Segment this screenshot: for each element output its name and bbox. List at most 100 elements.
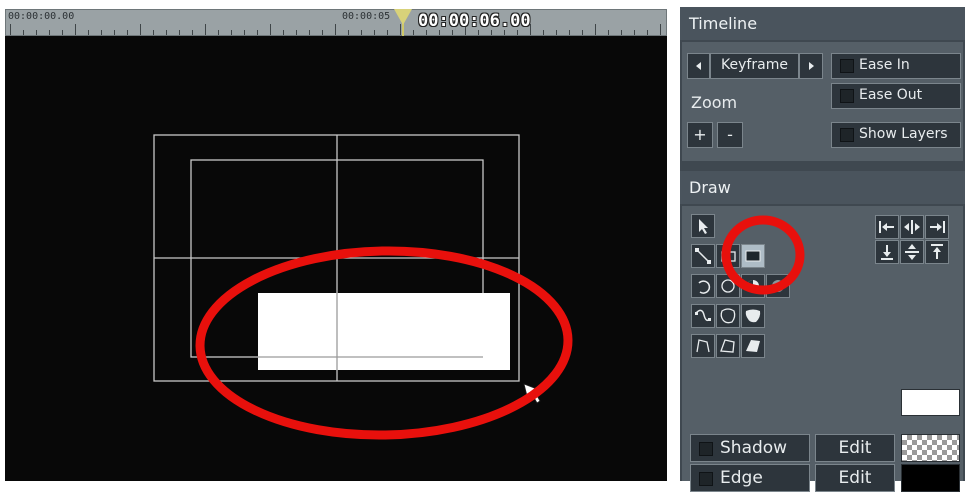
current-time-display: 00:00:06.00 (418, 11, 531, 31)
align-bottom-icon (881, 245, 893, 260)
next-keyframe-button[interactable] (799, 53, 823, 79)
curved-polygon-icon (720, 308, 736, 324)
arc-icon (698, 280, 711, 294)
triangle-right-icon (809, 62, 814, 70)
polyline-icon (696, 339, 710, 353)
keyframe-button[interactable]: Keyframe (710, 53, 799, 79)
triangle-left-icon (696, 62, 701, 70)
ruler-start-time: 00:00:00.00 (8, 11, 75, 22)
rectangle-outline-tool-button[interactable] (716, 244, 740, 268)
ruler-tick (309, 30, 310, 35)
rectangle-filled-tool-button[interactable] (741, 244, 765, 268)
ease-in-checkbox-box (840, 59, 854, 73)
ruler-tick (621, 30, 622, 35)
timeline-section-body: Keyframe Ease In Ease Out Zoom + - Show … (682, 42, 963, 161)
show-layers-label: Show Layers (859, 126, 948, 142)
ruler-tick (595, 24, 596, 35)
ruler-tick (582, 30, 583, 35)
polygon-icon (720, 339, 735, 353)
ruler-tick (23, 30, 24, 35)
circle-filled-tool-button[interactable] (766, 274, 790, 298)
zoom-label: Zoom (691, 93, 738, 112)
stage-canvas[interactable] (5, 36, 667, 481)
ruler-tick (140, 24, 141, 35)
ruler-tick (62, 30, 63, 35)
mouse-cursor-icon (523, 383, 544, 404)
align-center-horizontal-button[interactable] (900, 215, 924, 239)
select-arrow-icon (699, 219, 708, 234)
ruler-tick (75, 24, 76, 35)
ruler-tick (361, 30, 362, 35)
ruler-tick (179, 30, 180, 35)
polyline-tool-button[interactable] (691, 334, 715, 358)
ruler-tick (244, 30, 245, 35)
align-center-vertical-button[interactable] (900, 240, 924, 264)
edge-color-swatch[interactable] (901, 464, 960, 492)
select-tool-button[interactable] (691, 214, 715, 238)
ruler-tick (569, 30, 570, 35)
align-right-icon (930, 221, 945, 233)
ruler-tick (218, 30, 219, 35)
draw-section-title: Draw (680, 171, 965, 204)
prev-keyframe-button[interactable] (687, 53, 710, 79)
ruler-tick (348, 30, 349, 35)
ruler-tick (335, 24, 336, 35)
ease-out-checkbox[interactable]: Ease Out (831, 83, 961, 109)
ruler-tick (166, 30, 167, 35)
draw-section-body: Shadow Edit Edge Edit (682, 206, 963, 492)
ruler-tick (49, 30, 50, 35)
ruler-tick (205, 24, 206, 35)
shadow-checkbox[interactable]: Shadow (690, 434, 810, 462)
shadow-edit-button[interactable]: Edit (815, 434, 895, 462)
playhead-marker-icon[interactable] (394, 9, 412, 25)
pie-tool-button[interactable] (741, 274, 765, 298)
timeline-ruler[interactable]: 00:00:00.00 00:00:05 (5, 9, 667, 36)
circle-filled-icon (772, 280, 784, 292)
polygon-tool-button[interactable] (716, 334, 740, 358)
ruler-tick (270, 24, 271, 35)
shadow-checkbox-box (699, 442, 713, 456)
show-layers-checkbox-box (840, 128, 854, 142)
align-bottom-button[interactable] (875, 240, 899, 264)
show-layers-checkbox[interactable]: Show Layers (831, 122, 961, 148)
ruler-tick (88, 30, 89, 35)
ruler-tick (114, 30, 115, 35)
ruler-tick (153, 30, 154, 35)
ruler-tick (231, 30, 232, 35)
fill-color-swatch[interactable] (901, 389, 960, 416)
align-left-button[interactable] (875, 215, 899, 239)
shadow-label: Shadow (720, 438, 788, 458)
polygon-filled-icon (746, 340, 760, 352)
line-tool-button[interactable] (691, 244, 715, 268)
shadow-color-swatch[interactable] (901, 434, 960, 462)
circle-tool-button[interactable] (716, 274, 740, 298)
align-center-horizontal-icon (904, 220, 920, 234)
edge-edit-button[interactable]: Edit (815, 464, 895, 492)
zoom-in-button[interactable]: + (687, 122, 713, 148)
curved-polygon-tool-button[interactable] (716, 304, 740, 328)
curve-tool-button[interactable] (691, 304, 715, 328)
edge-checkbox[interactable]: Edge (690, 464, 810, 492)
right-panel: Timeline Keyframe Ease In Ease Out Zoom … (680, 7, 965, 492)
drawn-white-rectangle (258, 293, 510, 370)
ruler-tick (36, 30, 37, 35)
arc-tool-button[interactable] (691, 274, 715, 298)
ease-out-label: Ease Out (859, 87, 923, 103)
curved-polygon-filled-icon (745, 309, 761, 323)
curved-polygon-filled-tool-button[interactable] (741, 304, 765, 328)
align-left-icon (879, 221, 894, 233)
circle-icon (721, 279, 735, 293)
ease-in-checkbox[interactable]: Ease In (831, 53, 961, 79)
zoom-out-button[interactable]: - (717, 122, 743, 148)
polygon-filled-tool-button[interactable] (741, 334, 765, 358)
align-right-button[interactable] (925, 215, 949, 239)
ruler-tick (296, 30, 297, 35)
ruler-tick (647, 30, 648, 35)
stage-graphics (153, 134, 544, 404)
align-center-vertical-icon (905, 244, 919, 260)
ruler-tick (556, 30, 557, 35)
ruler-tick (10, 24, 11, 35)
ruler-tick (192, 30, 193, 35)
ruler-tick (322, 30, 323, 35)
align-top-button[interactable] (925, 240, 949, 264)
